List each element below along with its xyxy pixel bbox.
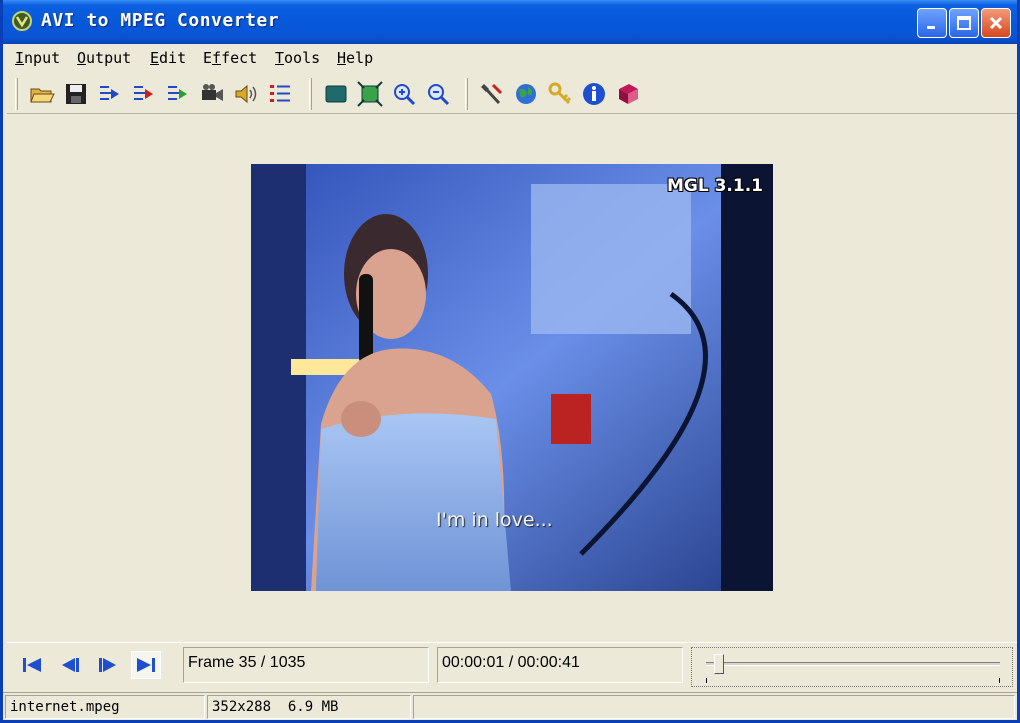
convert-red-button[interactable] <box>129 79 159 109</box>
maximize-button[interactable] <box>949 8 979 38</box>
help-book-button[interactable] <box>613 79 643 109</box>
menu-tools[interactable]: Tools <box>275 49 320 67</box>
tools-button[interactable] <box>477 79 507 109</box>
seek-track[interactable] <box>706 662 1000 666</box>
video-button[interactable] <box>197 79 227 109</box>
time-counter: 00:00:01 / 00:00:41 <box>437 647 683 683</box>
audio-button[interactable] <box>231 79 261 109</box>
status-filename: internet.mpeg <box>5 695 205 719</box>
video-subtitle: I'm in love... <box>436 509 553 531</box>
convert-arrow-red-icon <box>134 86 153 100</box>
toolbar-grip[interactable] <box>309 78 312 110</box>
maximize-icon <box>957 16 971 30</box>
display-icon <box>325 85 347 103</box>
list-button[interactable] <box>265 79 295 109</box>
status-bar: internet.mpeg 352x288 6.9 MB <box>3 692 1017 720</box>
window-title: AVI to MPEG Converter <box>41 10 280 31</box>
zoom-in-button[interactable] <box>389 79 419 109</box>
minimize-icon <box>927 26 935 29</box>
zoom-out-icon <box>428 84 450 106</box>
seek-tick-start <box>706 678 707 683</box>
video-frame: MGL 3.1.1 I'm in love... <box>251 164 773 591</box>
save-icon <box>66 84 86 104</box>
last-frame-icon <box>137 658 155 672</box>
first-frame-button[interactable] <box>17 651 47 679</box>
title-bar[interactable]: AVI to MPEG Converter <box>3 0 1017 44</box>
menu-effect[interactable]: Effect <box>203 49 257 67</box>
tools-icon <box>481 83 503 105</box>
toolbar <box>7 74 1017 114</box>
menu-help[interactable]: Help <box>337 49 373 67</box>
save-button[interactable] <box>61 79 91 109</box>
zoom-out-button[interactable] <box>423 79 453 109</box>
menu-input[interactable]: Input <box>15 49 60 67</box>
register-button[interactable] <box>545 79 575 109</box>
seek-tick-end <box>999 678 1000 683</box>
playback-controls: Frame 35 / 1035 00:00:01 / 00:00:41 <box>7 642 1017 690</box>
fit-screen-icon <box>357 81 383 107</box>
menu-edit[interactable]: Edit <box>150 49 186 67</box>
status-empty-cell <box>413 695 1015 719</box>
video-camera-icon <box>202 84 223 101</box>
previous-frame-button[interactable] <box>55 651 85 679</box>
first-frame-icon <box>23 658 41 672</box>
previous-frame-icon <box>62 658 79 672</box>
fit-screen-button[interactable] <box>355 79 385 109</box>
close-button[interactable] <box>981 8 1011 38</box>
next-frame-button[interactable] <box>93 651 123 679</box>
toolbar-grip[interactable] <box>465 78 468 110</box>
seek-slider[interactable] <box>691 647 1013 687</box>
convert-green-button[interactable] <box>163 79 193 109</box>
display-button[interactable] <box>321 79 351 109</box>
menu-output[interactable]: Output <box>77 49 131 67</box>
open-button[interactable] <box>27 79 57 109</box>
menu-bar: Input Output Edit Effect Tools Help <box>3 44 1017 72</box>
status-file-info: 352x288 6.9 MB <box>207 695 411 719</box>
convert-arrow-icon <box>100 86 119 100</box>
zoom-in-icon <box>394 84 416 106</box>
key-icon <box>548 82 572 105</box>
seek-thumb[interactable] <box>713 654 724 674</box>
minimize-button[interactable] <box>917 8 947 38</box>
convert-arrow-green-icon <box>168 86 187 100</box>
frame-counter: Frame 35 / 1035 <box>183 647 429 683</box>
speaker-icon <box>235 84 257 104</box>
globe-icon <box>516 84 536 104</box>
video-watermark: MGL 3.1.1 <box>666 176 763 196</box>
info-icon <box>583 83 605 105</box>
last-frame-button[interactable] <box>131 651 161 679</box>
about-button[interactable] <box>579 79 609 109</box>
close-icon <box>989 16 1003 30</box>
app-window: AVI to MPEG Converter Input Output Edit … <box>0 0 1020 723</box>
convert-button[interactable] <box>95 79 125 109</box>
list-icon <box>270 85 290 102</box>
open-folder-icon <box>30 88 55 103</box>
app-icon[interactable] <box>11 10 33 32</box>
toolbar-grip[interactable] <box>15 78 18 110</box>
book-icon <box>619 84 638 104</box>
next-frame-icon <box>99 658 116 672</box>
web-button[interactable] <box>511 79 541 109</box>
